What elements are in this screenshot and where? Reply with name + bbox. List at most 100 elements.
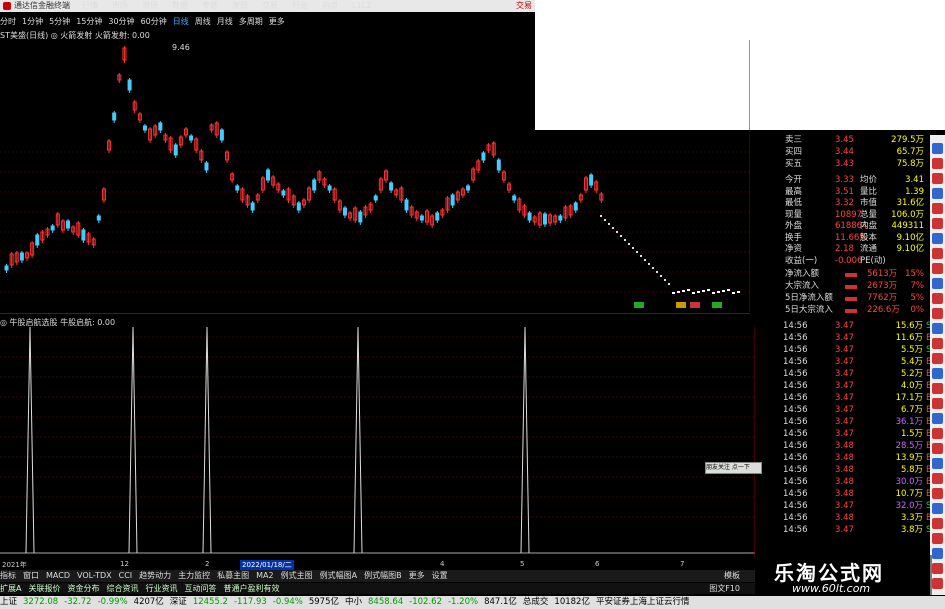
indicator-tab[interactable]: 趋势动力 <box>139 571 171 580</box>
side-tool-icon[interactable] <box>932 548 943 559</box>
flow-percent: 15% <box>905 269 924 279</box>
indicator-tab[interactable]: 例式主图 <box>281 571 313 580</box>
indicator-tab[interactable]: VOL-TDX <box>77 571 112 580</box>
side-tool-icon[interactable] <box>932 263 943 274</box>
status-zx: 中小 <box>345 597 363 607</box>
tick-volume: 10.7万 <box>895 489 923 499</box>
tick-time: 14:56 <box>783 381 808 391</box>
side-tool-icon[interactable] <box>932 338 943 349</box>
tick-row: 14:56 3.47 17.1万 B <box>783 392 933 404</box>
side-tool-icon[interactable] <box>932 578 943 589</box>
side-tool-icon[interactable] <box>932 218 943 229</box>
template-tab[interactable]: 模板 <box>724 570 740 582</box>
side-tool-icon[interactable] <box>932 173 943 184</box>
period-button[interactable]: 5分钟 <box>49 16 70 27</box>
side-tool-icon[interactable] <box>932 473 943 484</box>
period-button[interactable]: 30分钟 <box>108 16 134 27</box>
tick-volume: 17.1万 <box>895 393 923 403</box>
indicator-tab[interactable]: MACD <box>46 571 70 580</box>
side-tool-icon[interactable] <box>932 428 943 439</box>
extension-tab[interactable]: 行业资讯 <box>145 584 177 593</box>
flow-bar <box>845 297 857 301</box>
side-tool-icon[interactable] <box>932 248 943 259</box>
indicator-tab[interactable]: MA2 <box>256 571 273 580</box>
side-tool-icon[interactable] <box>932 458 943 469</box>
extension-tab[interactable]: 关联报价 <box>28 584 60 593</box>
tick-row: 14:56 3.48 13.9万 B <box>783 452 933 464</box>
quote-label: 净资 <box>785 244 803 254</box>
tick-volume: 30.0万 <box>895 477 923 487</box>
period-button[interactable]: 1分钟 <box>22 16 43 27</box>
quote-value: 9.10亿 <box>896 244 924 254</box>
extension-tab[interactable]: 扩展A <box>0 584 21 593</box>
menu-item[interactable]: 发现 <box>232 1 248 10</box>
menu-item[interactable]: L1L2 <box>352 1 371 10</box>
side-tool-icon[interactable] <box>932 233 943 244</box>
period-button[interactable]: 多周期 <box>239 16 263 27</box>
indicator-tab[interactable]: 例式幅图A <box>320 571 357 580</box>
side-tool-icon[interactable] <box>932 158 943 169</box>
side-tool-icon[interactable] <box>932 488 943 499</box>
indicator-chart[interactable]: 1.000.900.800.700.600.500.400.300.200.10 <box>0 327 755 557</box>
side-tool-icon[interactable] <box>932 563 943 574</box>
indicator-tab[interactable]: 指标 <box>0 571 16 580</box>
side-tool-icon[interactable] <box>932 533 943 544</box>
side-tool-icon[interactable] <box>932 323 943 334</box>
quote-panel: 卖三 3.45 279.5万 买四 3.44 65.7万 买五 3.43 75.8万 今开 3.33… <box>755 135 933 595</box>
f10-tab[interactable]: 图文F10 <box>709 583 740 594</box>
indicator-tab[interactable]: CCI <box>119 571 133 580</box>
extension-tab[interactable]: 互动问答 <box>184 584 216 593</box>
extension-tab[interactable]: 普通户盈利有效 <box>223 584 279 593</box>
period-button[interactable]: 15分钟 <box>76 16 102 27</box>
menu-item[interactable]: 交易 <box>262 1 278 10</box>
side-tool-icon[interactable] <box>932 383 943 394</box>
side-tool-icon[interactable] <box>932 368 943 379</box>
side-tool-icon[interactable] <box>932 143 943 154</box>
side-tool-icon[interactable] <box>932 203 943 214</box>
tick-volume: 6.7万 <box>900 405 923 415</box>
side-tool-icon[interactable] <box>932 308 943 319</box>
period-toolbar: 分时 1分钟 5分钟 15分钟 30分钟 60分钟 日线 周线 月线 多周期 更多 <box>0 16 291 28</box>
period-button[interactable]: 周线 <box>195 16 211 27</box>
indicator-tab[interactable]: 窗口 <box>23 571 39 580</box>
period-button[interactable]: 更多 <box>269 16 285 27</box>
indicator-tab[interactable]: 主力监控 <box>178 571 210 580</box>
side-tool-icon[interactable] <box>932 518 943 529</box>
follow-popup[interactable]: 朋友关注 点一下 <box>705 462 762 474</box>
side-tool-icon[interactable] <box>932 293 943 304</box>
extension-tab[interactable]: 综合资讯 <box>106 584 138 593</box>
tick-volume: 13.9万 <box>895 453 923 463</box>
candle <box>419 215 424 221</box>
indicator-tab[interactable]: 私募主图 <box>217 571 249 580</box>
menu-item[interactable]: 行业 <box>292 1 308 10</box>
menu-item[interactable]: 市场 <box>112 1 128 10</box>
period-button[interactable]: 60分钟 <box>141 16 167 27</box>
kline-chart[interactable]: 6.506.005.505.004.504.003.503.009.463.54 <box>0 40 750 312</box>
tick-time: 14:56 <box>783 405 808 415</box>
side-tool-icon[interactable] <box>932 503 943 514</box>
menu-item[interactable]: 资讯 <box>142 1 158 10</box>
status-sz-a: 5975亿 <box>308 597 339 607</box>
indicator-tab[interactable]: 例式幅图B <box>364 571 402 580</box>
menu-item[interactable]: 专题 <box>202 1 218 10</box>
candle <box>342 207 347 216</box>
indicator-tab[interactable]: 更多 <box>409 571 425 580</box>
candle <box>327 185 332 191</box>
period-button[interactable]: 日线 <box>173 16 189 27</box>
menu-item[interactable]: 数据 <box>172 1 188 10</box>
extension-tab[interactable]: 资金分布 <box>67 584 99 593</box>
side-tool-icon[interactable] <box>932 353 943 364</box>
period-button[interactable]: 分时 <box>0 16 16 27</box>
tick-volume: 32.0万 <box>895 501 923 511</box>
menu-item[interactable]: 热点 <box>322 1 338 10</box>
side-tool-icon[interactable] <box>932 443 943 454</box>
tick-price: 3.48 <box>835 477 854 487</box>
side-tool-icon[interactable] <box>932 398 943 409</box>
side-tool-icon[interactable] <box>932 278 943 289</box>
side-tool-icon[interactable] <box>932 413 943 424</box>
trend-dot <box>604 219 606 221</box>
side-tool-icon[interactable] <box>932 188 943 199</box>
menu-item[interactable]: 行情 <box>82 1 98 10</box>
indicator-tab[interactable]: 设置 <box>432 571 448 580</box>
period-button[interactable]: 月线 <box>217 16 233 27</box>
